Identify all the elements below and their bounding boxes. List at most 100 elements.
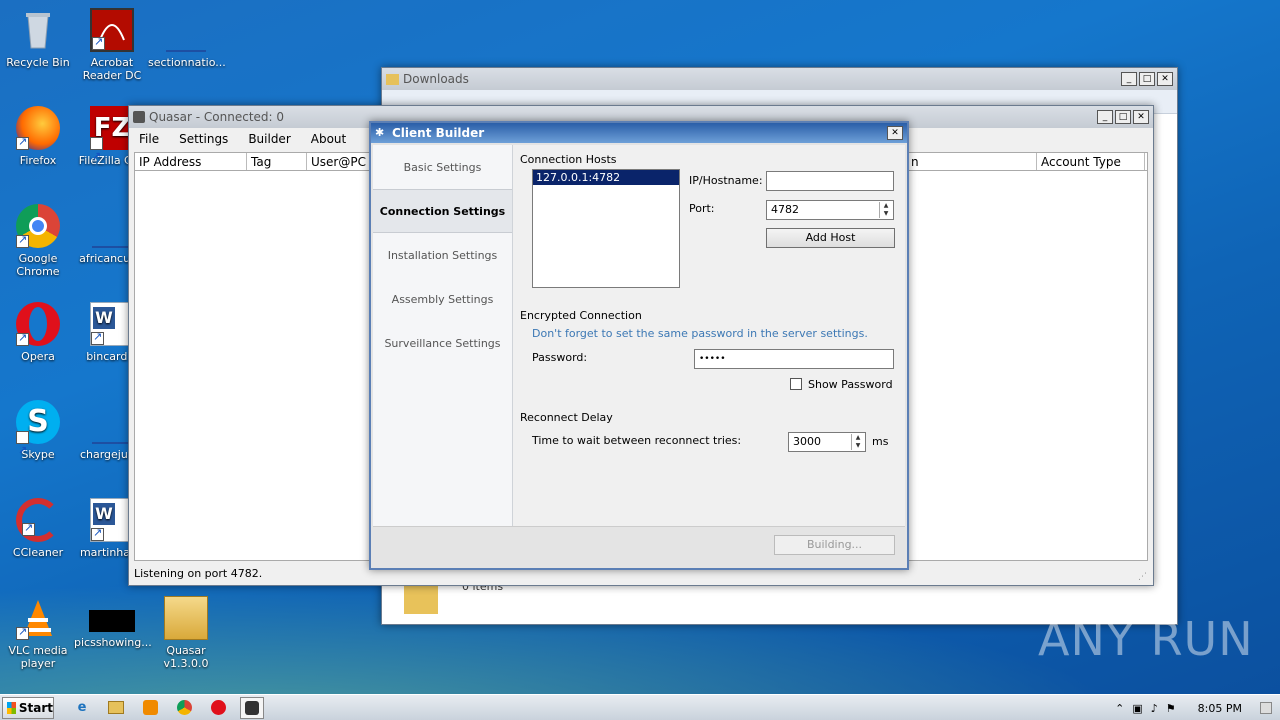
folder-icon	[386, 73, 399, 85]
skype-icon: S	[16, 400, 60, 473]
desktop-icon-opera[interactable]: Opera	[0, 302, 76, 363]
recycle-bin-icon	[16, 8, 60, 52]
action-center-flag-icon[interactable]: ⚑	[1166, 702, 1176, 715]
start-label: Start	[18, 700, 53, 715]
desktop-icon-acrobat[interactable]: Acrobat Reader DC	[74, 8, 150, 82]
downloads-title: Downloads	[403, 72, 469, 86]
builder-footer: Building...	[373, 526, 905, 566]
desktop-icon-sectionnatio[interactable]: sectionnatio...	[148, 30, 226, 69]
reconnect-unit: ms	[872, 435, 889, 448]
building-button[interactable]: Building...	[774, 535, 895, 555]
encrypted-hint: Don't forget to set the same password in…	[532, 327, 868, 340]
col-ip-address[interactable]: IP Address	[135, 153, 247, 170]
downloads-titlebar: Downloads _ □ ✕	[382, 68, 1177, 90]
status-text: Listening on port 4782.	[134, 567, 263, 580]
ip-hostname-input[interactable]	[766, 171, 894, 191]
close-button[interactable]: ✕	[887, 126, 903, 140]
port-stepper[interactable]: ▲ ▼	[879, 202, 892, 218]
desktop-icon-firefox[interactable]: Firefox	[0, 106, 76, 167]
nav-surveillance-settings[interactable]: Surveillance Settings	[373, 321, 512, 365]
password-input[interactable]: •••••	[694, 349, 894, 369]
menu-builder[interactable]: Builder	[238, 132, 300, 146]
close-button[interactable]: ✕	[1157, 72, 1173, 86]
windows-logo-icon	[7, 701, 16, 714]
minimize-button[interactable]: _	[1121, 72, 1137, 86]
maximize-button[interactable]: □	[1115, 110, 1131, 124]
reconnect-stepper[interactable]: ▲ ▼	[851, 434, 864, 450]
file-icon	[92, 422, 132, 444]
host-item[interactable]: 127.0.0.1:4782	[533, 170, 679, 185]
file-icon	[92, 226, 132, 248]
start-button[interactable]: Start	[2, 696, 54, 719]
quasar-taskbar-icon[interactable]	[240, 696, 264, 719]
desktop-icon-skype[interactable]: S Skype	[0, 400, 76, 473]
quasar-folder-icon	[164, 596, 208, 640]
maximize-button[interactable]: □	[1139, 72, 1155, 86]
ccleaner-icon	[16, 498, 60, 542]
col-account-type[interactable]: Account Type	[1037, 153, 1145, 170]
col-hidden[interactable]: n	[907, 153, 1037, 170]
close-button[interactable]: ✕	[1133, 110, 1149, 124]
volume-icon[interactable]: ♪	[1151, 702, 1158, 715]
nav-installation-settings[interactable]: Installation Settings	[373, 233, 512, 277]
client-builder-dialog[interactable]: ✱ Client Builder ✕ Basic Settings Connec…	[369, 121, 909, 570]
media-player-icon[interactable]	[138, 697, 162, 719]
password-label: Password:	[532, 351, 588, 364]
network-icon[interactable]: ▣	[1132, 702, 1142, 715]
desktop-icon-ccleaner[interactable]: CCleaner	[0, 498, 76, 559]
builder-icon: ✱	[375, 126, 385, 139]
menu-file[interactable]: File	[129, 132, 169, 146]
anyrun-watermark: ANY RUN	[1038, 612, 1254, 666]
chrome-icon	[16, 204, 60, 248]
encrypted-connection-label: Encrypted Connection	[520, 309, 642, 322]
show-password-checkbox[interactable]	[790, 378, 802, 390]
desktop-icon-chrome[interactable]: Google Chrome	[0, 204, 76, 278]
port-label: Port:	[689, 202, 715, 215]
nav-connection-settings[interactable]: Connection Settings	[373, 189, 512, 233]
col-tag[interactable]: Tag	[247, 153, 307, 170]
reconnect-value: 3000	[793, 435, 821, 448]
opera-icon	[16, 302, 60, 346]
connection-settings-panel: Connection Hosts 127.0.0.1:4782 IP/Hostn…	[513, 145, 905, 526]
reconnect-input[interactable]: 3000 ▲ ▼	[788, 432, 866, 452]
port-value: 4782	[771, 203, 799, 216]
reconnect-text: Time to wait between reconnect tries:	[532, 434, 742, 447]
minimize-button[interactable]: _	[1097, 110, 1113, 124]
desktop-icon-recycle-bin[interactable]: Recycle Bin	[0, 8, 76, 69]
show-hidden-icons-icon[interactable]: ⌃	[1115, 702, 1124, 715]
nav-basic-settings[interactable]: Basic Settings	[373, 145, 512, 189]
desktop-icon-quasar[interactable]: Quasar v1.3.0.0	[148, 596, 224, 670]
downloads-folder-icon	[404, 586, 438, 614]
quasar-icon	[133, 111, 145, 123]
hosts-listbox[interactable]: 127.0.0.1:4782	[532, 169, 680, 288]
explorer-icon[interactable]	[104, 697, 128, 719]
client-builder-titlebar: ✱ Client Builder ✕	[371, 123, 907, 143]
vlc-icon	[16, 596, 60, 640]
chrome-taskbar-icon[interactable]	[172, 697, 196, 719]
taskbar: Start e ⌃ ▣ ♪ ⚑ 8:05 PM	[0, 694, 1280, 720]
menu-settings[interactable]: Settings	[169, 132, 238, 146]
file-icon	[166, 30, 206, 52]
clock[interactable]: 8:05 PM	[1198, 702, 1242, 715]
desktop-icon-vlc[interactable]: VLC media player	[0, 596, 76, 670]
show-desktop-button[interactable]	[1260, 702, 1272, 714]
menu-about[interactable]: About	[301, 132, 356, 146]
quasar-title: Quasar - Connected: 0	[149, 110, 285, 124]
image-icon	[89, 610, 135, 632]
connection-hosts-label: Connection Hosts	[520, 153, 617, 166]
ip-hostname-label: IP/Hostname:	[689, 174, 763, 187]
port-input[interactable]: 4782 ▲ ▼	[766, 200, 894, 220]
show-password-label: Show Password	[808, 378, 893, 391]
nav-assembly-settings[interactable]: Assembly Settings	[373, 277, 512, 321]
resize-grip-icon[interactable]: ⋰	[1138, 572, 1147, 582]
acrobat-icon	[90, 8, 134, 52]
reconnect-delay-label: Reconnect Delay	[520, 411, 613, 424]
ie-icon[interactable]: e	[70, 697, 94, 719]
builder-nav: Basic Settings Connection Settings Insta…	[373, 145, 513, 526]
add-host-button[interactable]: Add Host	[766, 228, 895, 248]
firefox-icon	[16, 106, 60, 150]
opera-taskbar-icon[interactable]	[206, 697, 230, 719]
builder-title: Client Builder	[392, 126, 485, 140]
system-tray: ⌃ ▣ ♪ ⚑ 8:05 PM	[1115, 695, 1280, 720]
desktop-icon-picsshowing[interactable]: picsshowing...	[74, 610, 152, 649]
